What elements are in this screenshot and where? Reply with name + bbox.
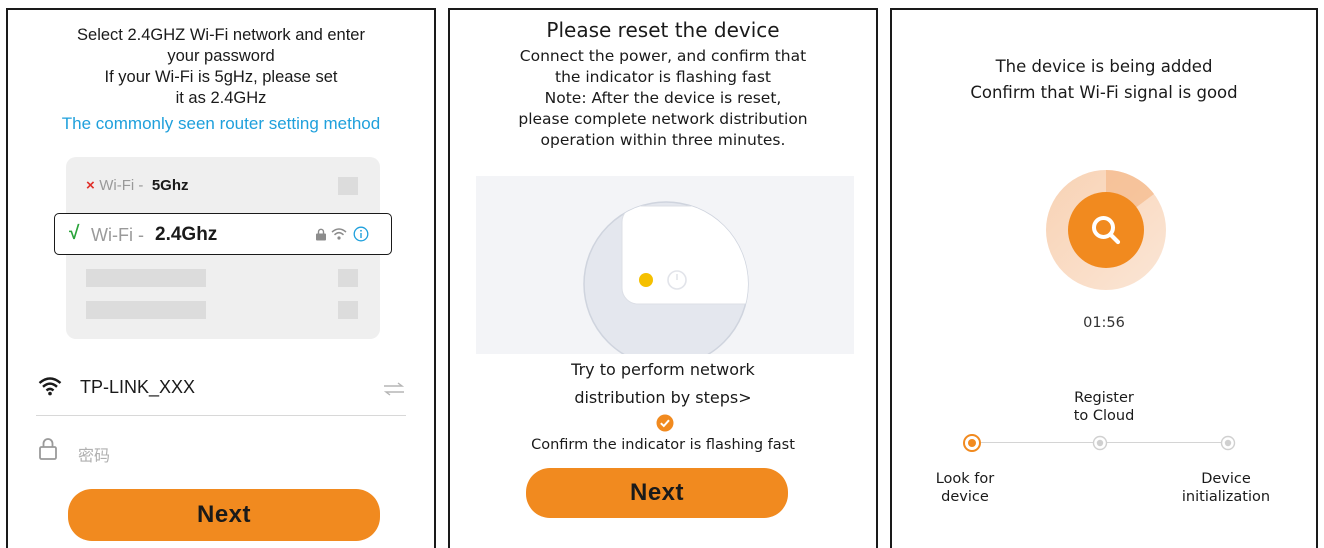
adding-device-panel: The device is being added Confirm that W… <box>890 8 1318 548</box>
wifi-prefix: Wi-Fi - <box>91 225 144 245</box>
steps-link[interactable]: distribution by steps> <box>450 388 876 409</box>
divider <box>36 415 406 416</box>
info-icon[interactable] <box>353 226 369 242</box>
checkbox-checked-icon[interactable] <box>656 414 674 432</box>
instruction-line: Note: After the device is reset, <box>544 89 782 107</box>
placeholder-bar <box>86 301 206 319</box>
password-input[interactable]: 密码 <box>78 442 110 466</box>
wifi-icon <box>38 377 62 396</box>
confirm-label: Confirm the indicator is flashing fast <box>531 437 795 453</box>
instruction-line: Select 2.4GHZ Wi-Fi network and enter <box>77 26 365 44</box>
router-setting-link[interactable]: The commonly seen router setting method <box>8 114 434 134</box>
instruction-line: please complete network distribution <box>518 110 808 128</box>
wifi-row-5ghz[interactable]: × Wi-Fi - 5Ghz <box>86 177 189 195</box>
step-label-register: to Cloud <box>1073 408 1135 424</box>
device-illustration <box>476 176 854 354</box>
step-label-look-for: Look for device <box>935 471 995 505</box>
instruction-line: it as 2.4GHz <box>175 89 267 107</box>
instruction-line: Connect the power, and confirm that <box>519 47 807 65</box>
placeholder-square <box>338 269 358 287</box>
search-icon <box>1092 216 1121 245</box>
instruction-line: If your Wi-Fi is 5gHz, please set <box>104 68 338 86</box>
step-inactive-icon <box>1220 435 1236 451</box>
instruction-line: your password <box>167 47 275 65</box>
reset-device-panel: Please reset the device Connect the powe… <box>448 8 878 548</box>
placeholder-square <box>338 177 358 195</box>
step-active-icon <box>963 434 981 452</box>
steps-link[interactable]: Try to perform network <box>450 360 876 381</box>
status-line: The device is being added <box>995 57 1213 76</box>
countdown-timer: 01:56 <box>1083 315 1125 331</box>
lock-icon <box>39 438 57 460</box>
placeholder-bar <box>86 269 206 287</box>
wifi-band: 5Ghz <box>151 177 189 194</box>
wifi-prefix: Wi-Fi - <box>99 177 144 194</box>
switch-network-icon[interactable] <box>382 382 406 396</box>
page-title: Please reset the device <box>546 18 780 42</box>
next-button[interactable]: Next <box>526 468 788 518</box>
placeholder-square <box>338 301 358 319</box>
wifi-row-2-4ghz[interactable]: √ Wi-Fi - 2.4Ghz <box>54 213 392 255</box>
wifi-signal-icon <box>331 228 347 240</box>
device-image <box>583 201 749 354</box>
wifi-band: 2.4Ghz <box>155 224 218 245</box>
lock-icon <box>316 228 326 241</box>
cross-icon: × <box>86 177 95 194</box>
step-label-register: Register <box>1074 390 1134 406</box>
instruction-line: the indicator is flashing fast <box>555 68 771 86</box>
step-inactive-icon <box>1092 435 1108 451</box>
network-name[interactable]: TP-LINK_XXX <box>80 377 195 398</box>
status-line: Confirm that Wi-Fi signal is good <box>970 83 1238 102</box>
next-button[interactable]: Next <box>68 489 380 541</box>
step-label-initialization: Device initialization <box>1181 471 1271 505</box>
instruction-line: operation within three minutes. <box>540 131 786 149</box>
check-icon: √ <box>69 223 80 244</box>
wifi-setup-panel: Select 2.4GHZ Wi-Fi network and enter yo… <box>6 8 436 548</box>
